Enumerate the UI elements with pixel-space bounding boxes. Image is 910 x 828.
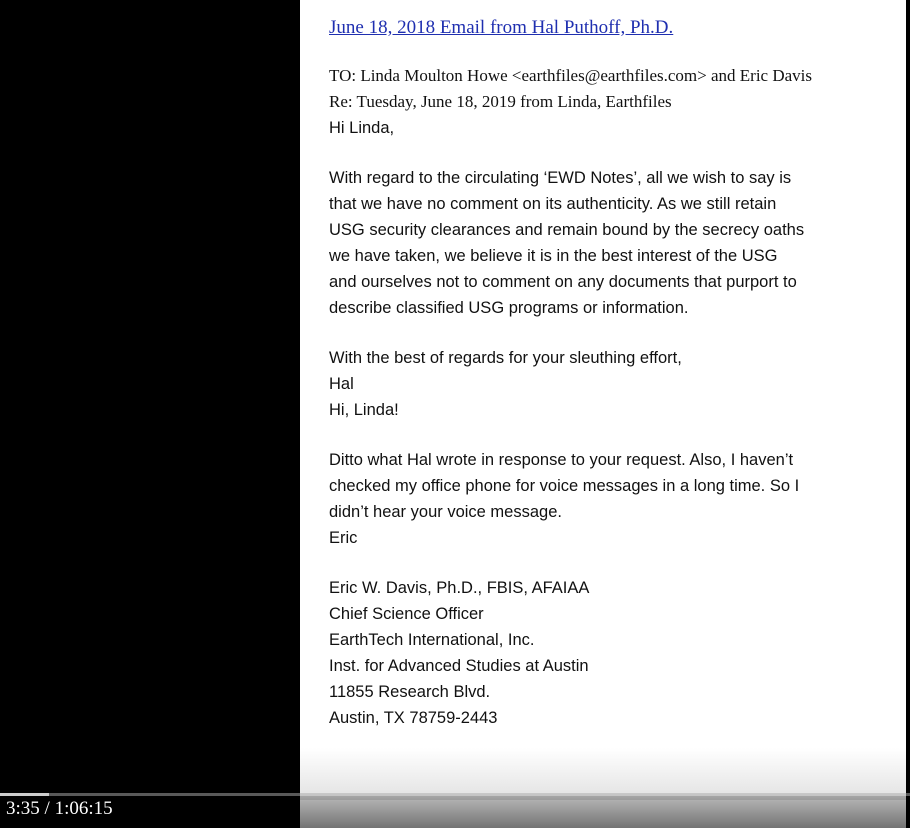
paragraph-line: and ourselves not to comment on any docu… <box>329 273 797 291</box>
paragraph-line: USG security clearances and remain bound… <box>329 221 805 239</box>
video-player[interactable]: June 18, 2018 Email from Hal Puthoff, Ph… <box>0 0 910 828</box>
signoff-eric: Eric <box>329 529 358 547</box>
signature-city: Austin, TX 78759-2443 <box>329 709 498 727</box>
duration: 1:06:15 <box>54 798 113 819</box>
paragraph-line: that we have no comment on its authentic… <box>329 195 777 213</box>
closing-line: With the best of regards for your sleuth… <box>329 349 682 367</box>
closing-hal: With the best of regards for your sleuth… <box>329 345 889 397</box>
current-time: 3:35 <box>6 798 40 819</box>
paragraph-line: checked my office phone for voice messag… <box>329 477 800 495</box>
signoff-hal: Hal <box>329 375 354 393</box>
greeting-eric: Hi, Linda! <box>329 401 399 419</box>
to-line: TO: Linda Moulton Howe <earthfiles@earth… <box>329 66 812 85</box>
paragraph-hal: With regard to the circulating ‘EWD Note… <box>329 165 889 321</box>
paragraph-line: describe classified USG programs or info… <box>329 299 689 317</box>
time-separator: / <box>39 798 55 819</box>
email-body: Hi Linda, With regard to the circulating… <box>329 115 889 731</box>
time-display: 3:35 / 1:06:15 <box>6 796 113 822</box>
paragraph-line: we have taken, we believe it is in the b… <box>329 247 778 265</box>
email-content: June 18, 2018 Email from Hal Puthoff, Ph… <box>329 14 889 731</box>
signature-title: Chief Science Officer <box>329 605 484 623</box>
signature-street: 11855 Research Blvd. <box>329 683 491 701</box>
signature-name: Eric W. Davis, Ph.D., FBIS, AFAIAA <box>329 579 590 597</box>
greeting-hal: Hi Linda, <box>329 119 395 137</box>
email-document: June 18, 2018 Email from Hal Puthoff, Ph… <box>300 0 906 828</box>
seek-bar[interactable] <box>0 793 910 796</box>
paragraph-line: didn’t hear your voice message. <box>329 503 562 521</box>
document-title-link: June 18, 2018 Email from Hal Puthoff, Ph… <box>329 17 674 38</box>
paragraph-line: Ditto what Hal wrote in response to your… <box>329 451 794 469</box>
re-line: Re: Tuesday, June 18, 2019 from Linda, E… <box>329 92 672 111</box>
right-border <box>906 0 910 828</box>
player-control-bar <box>0 793 910 828</box>
signature-company: EarthTech International, Inc. <box>329 631 535 649</box>
paragraph-line: With regard to the circulating ‘EWD Note… <box>329 169 792 187</box>
signature-block: Eric W. Davis, Ph.D., FBIS, AFAIAA Chief… <box>329 575 889 731</box>
paragraph-eric: Ditto what Hal wrote in response to your… <box>329 447 889 525</box>
signature-institute: Inst. for Advanced Studies at Austin <box>329 657 589 675</box>
email-header: TO: Linda Moulton Howe <earthfiles@earth… <box>329 63 889 115</box>
